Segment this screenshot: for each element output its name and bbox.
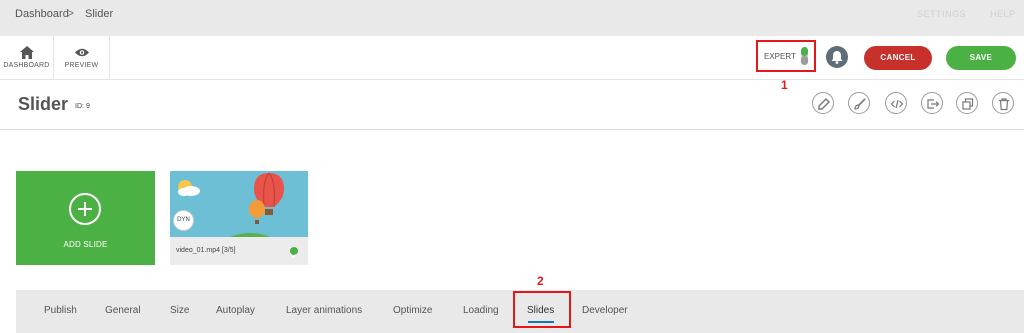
brush-icon	[854, 98, 866, 110]
notifications-button[interactable]	[826, 46, 848, 68]
add-slide-label: ADD SLIDE	[63, 240, 108, 249]
tab-publish[interactable]: Publish	[44, 305, 77, 316]
help-link[interactable]: HELP	[990, 9, 1016, 19]
tab-autoplay[interactable]: Autoplay	[216, 305, 255, 316]
tab-loading[interactable]: Loading	[463, 305, 499, 316]
tab-developer[interactable]: Developer	[582, 305, 628, 316]
expert-switch-on-indicator	[801, 47, 808, 56]
settings-link[interactable]: SETTINGS	[917, 9, 966, 19]
expert-mode-toggle[interactable]: EXPERT	[756, 40, 816, 72]
breadcrumb-dashboard[interactable]: Dashboard	[15, 8, 69, 20]
slides-tab-highlight	[513, 291, 571, 328]
duplicate-button[interactable]	[956, 92, 978, 114]
add-slide-button[interactable]: ADD SLIDE	[16, 171, 155, 265]
export-icon	[927, 99, 940, 109]
tab-size[interactable]: Size	[170, 305, 189, 316]
cancel-button[interactable]: CANCEL	[864, 46, 932, 70]
toolbar: DASHBOARD PREVIEW EXPERT 1 CANCEL SAVE	[0, 36, 1024, 92]
slider-id-value: 9	[86, 103, 90, 110]
style-button[interactable]	[848, 92, 870, 114]
slide-thumbnail: DYN	[170, 171, 308, 237]
dashboard-label: DASHBOARD	[3, 62, 50, 69]
edit-button[interactable]	[812, 92, 834, 114]
dynamic-badge: DYN	[173, 210, 194, 231]
title-row: Slider ID: 9	[0, 80, 1024, 130]
preview-label: PREVIEW	[64, 62, 99, 69]
breadcrumb-separator: >	[67, 6, 75, 20]
plus-circle-icon	[69, 193, 101, 225]
code-icon	[890, 99, 904, 109]
expert-switch-knob	[801, 56, 808, 65]
edit-icon	[818, 98, 830, 110]
breadcrumb-slider[interactable]: Slider	[85, 8, 113, 20]
tab-optimize[interactable]: Optimize	[393, 305, 432, 316]
trash-icon	[999, 98, 1009, 111]
top-bar: Dashboard > Slider SETTINGS HELP	[0, 0, 1024, 36]
embed-code-button[interactable]	[885, 92, 907, 114]
expert-label: EXPERT	[764, 52, 796, 61]
dashboard-button[interactable]: DASHBOARD	[0, 36, 54, 80]
expert-switch[interactable]	[801, 47, 808, 65]
tab-general[interactable]: General	[105, 305, 141, 316]
delete-button[interactable]	[992, 92, 1014, 114]
slide-card[interactable]: DYN video_01.mp4 [3/5]	[170, 171, 308, 265]
preview-button[interactable]: PREVIEW	[54, 36, 110, 80]
save-button[interactable]: SAVE	[946, 46, 1016, 70]
bell-icon	[831, 51, 843, 64]
page-title: Slider	[18, 94, 69, 114]
slide-name: video_01.mp4 [3/5]	[176, 247, 236, 254]
published-check-icon	[290, 247, 298, 259]
duplicate-icon	[962, 98, 974, 110]
annotation-marker-2: 2	[537, 274, 544, 288]
slider-id-label: ID:	[75, 103, 84, 110]
home-icon	[19, 46, 34, 59]
tab-layer-animations[interactable]: Layer animations	[286, 305, 362, 316]
eye-icon	[74, 48, 89, 57]
export-button[interactable]	[921, 92, 943, 114]
